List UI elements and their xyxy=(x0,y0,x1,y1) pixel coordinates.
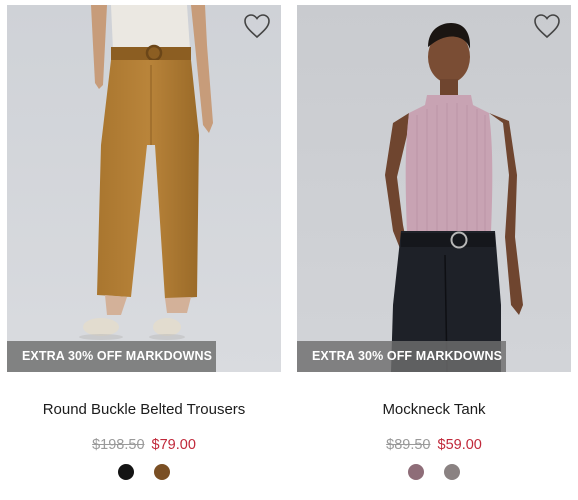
original-price: $89.50 xyxy=(386,437,431,453)
promo-badge: EXTRA 30% OFF MARKDOWNS xyxy=(7,341,216,372)
price-row: $198.50 $79.00 xyxy=(7,437,281,453)
product-name[interactable]: Mockneck Tank xyxy=(297,401,571,418)
color-swatch[interactable] xyxy=(154,464,170,480)
wishlist-heart-icon[interactable] xyxy=(533,13,561,39)
color-swatch[interactable] xyxy=(118,464,134,480)
product-card[interactable]: EXTRA 30% OFF MARKDOWNS Round Buckle Bel… xyxy=(7,5,281,495)
original-price: $198.50 xyxy=(92,437,145,453)
promo-badge: EXTRA 30% OFF MARKDOWNS xyxy=(297,341,506,372)
price-row: $89.50 $59.00 xyxy=(297,437,571,453)
color-swatch[interactable] xyxy=(444,464,460,480)
wishlist-heart-icon[interactable] xyxy=(243,13,271,39)
product-card[interactable]: EXTRA 30% OFF MARKDOWNS Mockneck Tank $8… xyxy=(297,5,571,495)
product-image[interactable]: EXTRA 30% OFF MARKDOWNS xyxy=(297,5,571,372)
color-swatches xyxy=(297,464,571,480)
sale-price: $59.00 xyxy=(437,437,482,453)
product-name[interactable]: Round Buckle Belted Trousers xyxy=(7,401,281,418)
color-swatch[interactable] xyxy=(408,464,424,480)
color-swatches xyxy=(7,464,281,480)
sale-price: $79.00 xyxy=(151,437,196,453)
product-image[interactable]: EXTRA 30% OFF MARKDOWNS xyxy=(7,5,281,372)
